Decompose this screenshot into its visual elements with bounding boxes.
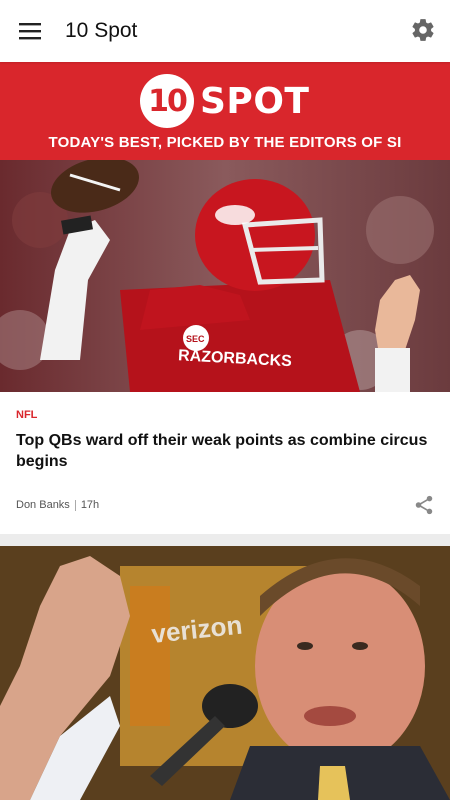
helmet-logo-text: SEC bbox=[186, 334, 205, 344]
menu-button[interactable] bbox=[0, 0, 60, 62]
article-age: 17h bbox=[80, 499, 100, 511]
quarterback-photo: RAZORBACKS SEC bbox=[0, 160, 450, 392]
hamburger-menu-icon bbox=[19, 23, 41, 40]
logo-word: SPOT bbox=[200, 80, 310, 122]
app-title: 10 Spot bbox=[65, 19, 138, 42]
article-card[interactable]: RAZORBACKS SEC NFL Top QBs ward off thei… bbox=[0, 160, 450, 534]
article-hero-image: verizon bbox=[0, 546, 450, 800]
banner-tagline: TODAY'S BEST, PICKED BY THE EDITORS OF S… bbox=[48, 134, 402, 151]
logo-number: 10 bbox=[140, 74, 194, 128]
article-hero-image: RAZORBACKS SEC bbox=[0, 160, 450, 392]
article-card[interactable]: verizon bbox=[0, 546, 450, 800]
app-bar: 10 Spot bbox=[0, 0, 450, 62]
article-meta: Don Banks 17h bbox=[16, 499, 99, 511]
share-icon bbox=[415, 495, 433, 515]
ten-spot-logo: 10 SPOT bbox=[140, 74, 309, 128]
meta-divider bbox=[74, 499, 76, 511]
ten-spot-banner: 10 SPOT TODAY'S BEST, PICKED BY THE EDIT… bbox=[0, 62, 450, 160]
article-league[interactable]: NFL bbox=[16, 409, 37, 421]
article-author: Don Banks bbox=[16, 499, 70, 511]
settings-button[interactable] bbox=[410, 17, 436, 43]
gear-icon bbox=[412, 19, 434, 41]
article-headline[interactable]: Top QBs ward off their weak points as co… bbox=[16, 430, 434, 472]
share-button[interactable] bbox=[413, 494, 435, 516]
